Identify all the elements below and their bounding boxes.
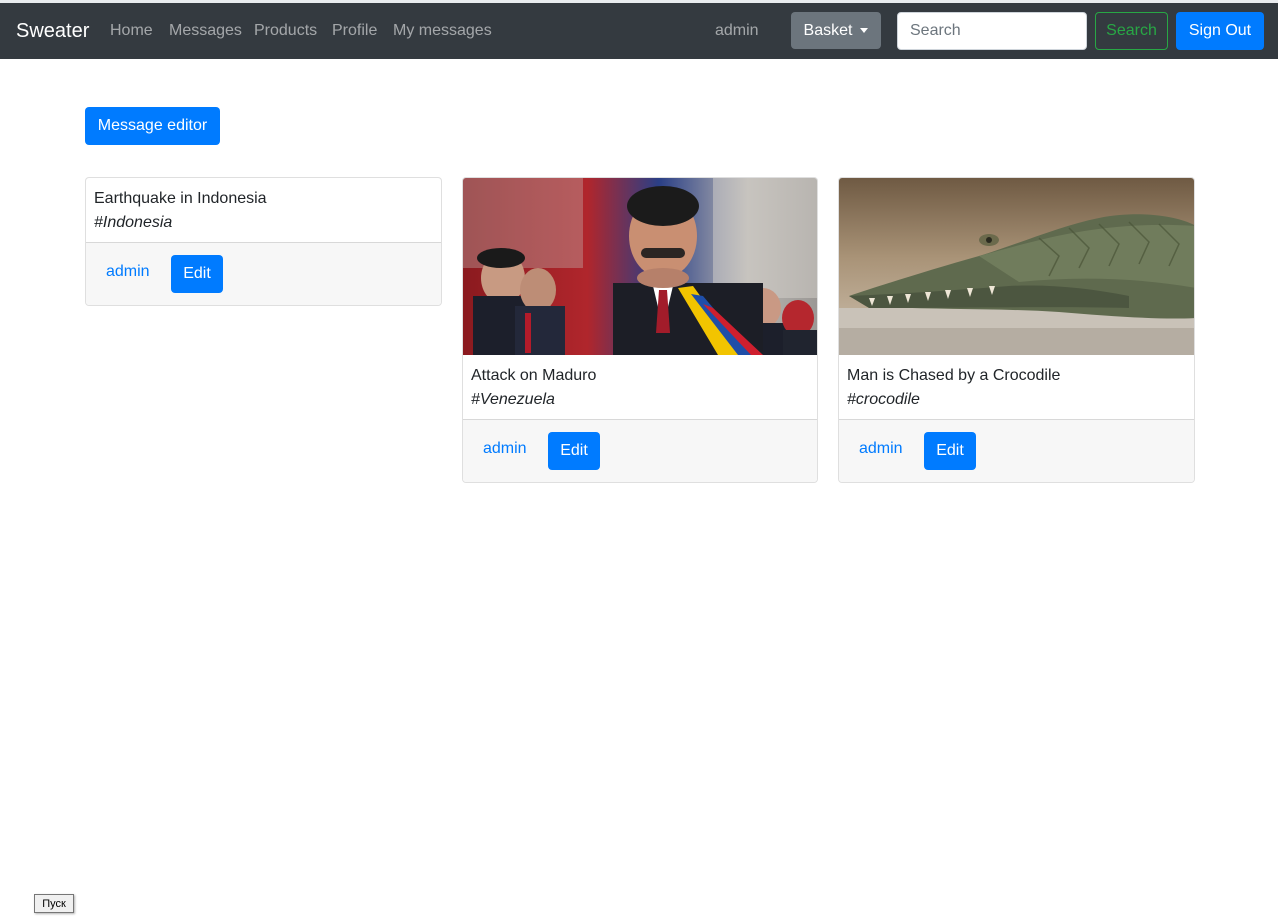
portrait-photo: [463, 178, 817, 355]
edit-button[interactable]: Edit: [924, 432, 976, 470]
author-link[interactable]: admin: [483, 440, 527, 458]
basket-label: Basket: [803, 21, 853, 39]
message-card: Earthquake in Indonesia #Indonesia admin…: [85, 177, 442, 306]
sign-out-button[interactable]: Sign Out: [1176, 12, 1264, 50]
card-footer: admin Edit: [839, 419, 1194, 482]
basket-dropdown-button[interactable]: Basket: [791, 12, 881, 49]
edit-button[interactable]: Edit: [171, 255, 223, 293]
search-input[interactable]: [897, 12, 1087, 50]
message-tag: #crocodile: [847, 391, 920, 408]
search-button[interactable]: Search: [1095, 12, 1168, 50]
nav-link-home[interactable]: Home: [110, 22, 153, 40]
message-image[interactable]: [839, 178, 1194, 355]
current-user-name: admin: [715, 22, 759, 39]
navbar: Sweater Home Messages Products Profile M…: [0, 3, 1278, 59]
message-editor-button[interactable]: Message editor: [85, 107, 220, 145]
brand-logo[interactable]: Sweater: [16, 20, 89, 43]
edit-button[interactable]: Edit: [548, 432, 600, 470]
message-card: Attack on Maduro #Venezuela admin Edit: [462, 177, 818, 483]
card-footer: admin Edit: [86, 242, 441, 305]
start-tooltip: Пуск: [34, 894, 74, 913]
caret-down-icon: [860, 28, 869, 33]
message-image[interactable]: [463, 178, 817, 355]
message-tag: #Venezuela: [471, 391, 555, 408]
crocodile-photo: [839, 178, 1194, 355]
card-footer: admin Edit: [463, 419, 817, 482]
author-link[interactable]: admin: [106, 263, 150, 281]
message-card: Man is Chased by a Crocodile #crocodile …: [838, 177, 1195, 483]
nav-link-messages[interactable]: Messages: [169, 22, 242, 40]
nav-link-my-messages[interactable]: My messages: [393, 22, 492, 40]
nav-link-profile[interactable]: Profile: [332, 22, 377, 40]
message-title: Earthquake in Indonesia: [94, 190, 267, 207]
message-title: Man is Chased by a Crocodile: [847, 367, 1061, 384]
message-title: Attack on Maduro: [471, 367, 597, 384]
author-link[interactable]: admin: [859, 440, 903, 458]
message-tag: #Indonesia: [94, 214, 173, 231]
nav-link-products[interactable]: Products: [254, 22, 317, 40]
